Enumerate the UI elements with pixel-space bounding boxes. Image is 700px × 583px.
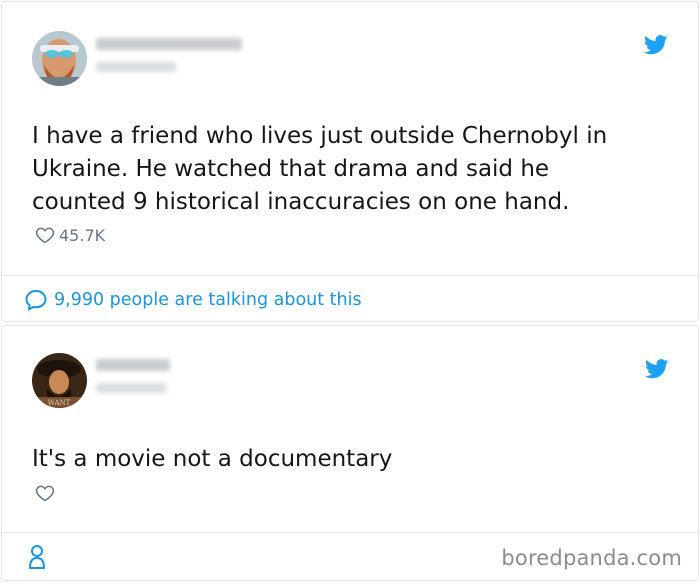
tweet-card-2: WANT It's a movie not a documentary bore… <box>1 325 699 581</box>
divider <box>2 532 698 533</box>
like-count-value: 45.7K <box>59 225 106 245</box>
user-name <box>96 38 242 50</box>
speech-bubble-icon <box>25 290 47 311</box>
like-button[interactable] <box>35 483 55 503</box>
tweet-text: It's a movie not a documentary <box>32 446 393 472</box>
twitter-bird-icon[interactable] <box>644 35 668 55</box>
tweet-card-1: I have a friend who lives just outside C… <box>1 1 699 322</box>
tweet-text-line-3: counted 9 historical inaccuracies on one… <box>32 189 570 215</box>
person-icon <box>29 545 45 569</box>
avatar[interactable]: WANT <box>32 353 87 408</box>
svg-text:WANT: WANT <box>48 399 71 407</box>
heart-icon <box>35 485 55 502</box>
user-name <box>96 359 170 371</box>
tweet-text-line-2: Ukraine. He watched that drama and said … <box>32 156 550 182</box>
conversation-link[interactable]: 9,990 people are talking about this <box>24 288 362 312</box>
watermark: boredpanda.com <box>501 546 682 570</box>
user-handle <box>96 62 176 72</box>
twitter-bird-icon[interactable] <box>645 359 669 379</box>
divider <box>2 275 698 276</box>
avatar[interactable] <box>32 31 87 86</box>
heart-icon <box>35 227 55 244</box>
user-handle <box>96 383 166 393</box>
like-count[interactable]: 45.7K <box>35 225 105 245</box>
tweet-text-line-1: I have a friend who lives just outside C… <box>32 123 608 149</box>
profile-link[interactable] <box>28 544 46 574</box>
conversation-text: 9,990 people are talking about this <box>54 290 362 310</box>
